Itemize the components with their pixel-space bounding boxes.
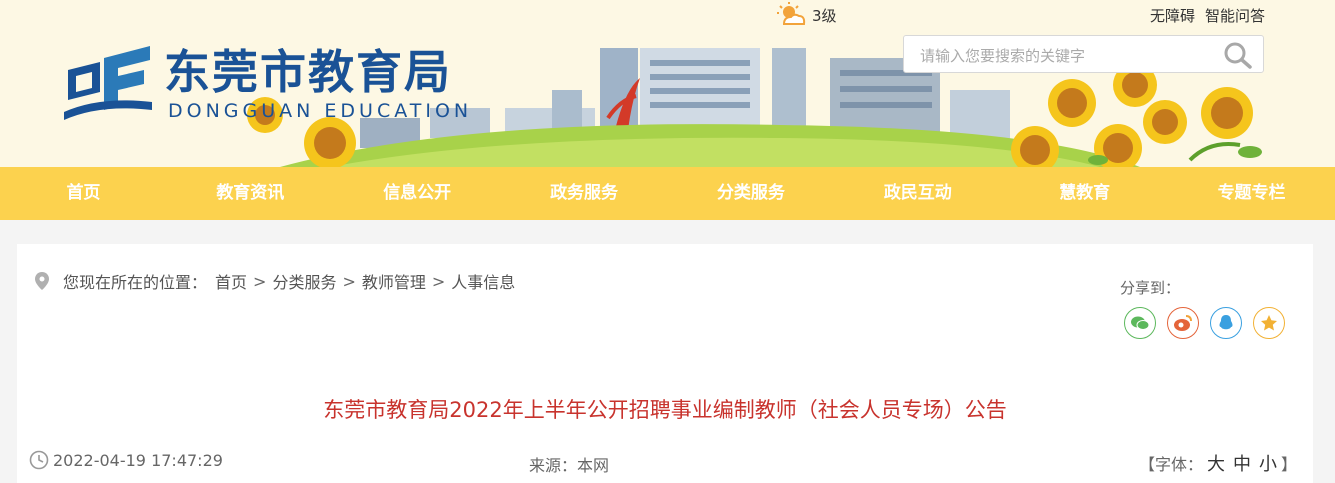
- nav-education-news[interactable]: 教育资讯: [167, 167, 334, 220]
- weibo-icon[interactable]: [1167, 307, 1199, 339]
- search-input[interactable]: [918, 43, 1212, 69]
- article-title: 东莞市教育局2022年上半年公开招聘事业编制教师（社会人员专场）公告: [323, 398, 1007, 422]
- weather-widget: 3级: [776, 2, 837, 28]
- nav-info-disclosure[interactable]: 信息公开: [334, 167, 501, 220]
- qq-icon[interactable]: [1210, 307, 1242, 339]
- font-size-small[interactable]: 小: [1259, 454, 1277, 475]
- weather-text: 3级: [812, 6, 837, 25]
- font-size-prefix: 【字体：: [1138, 455, 1203, 474]
- breadcrumb: 您现在所在的位置： 首页 > 分类服务 > 教师管理 > 人事信息: [35, 269, 515, 293]
- article-date-text: 2022-04-19 17:47:29: [53, 450, 223, 470]
- search-icon[interactable]: [1223, 41, 1253, 69]
- breadcrumb-separator: >: [431, 271, 446, 291]
- smart-qa-link[interactable]: 智能问答: [1205, 5, 1265, 26]
- breadcrumb-prefix: 您现在所在的位置：: [63, 273, 208, 292]
- article-date: 2022-04-19 17:47:29: [29, 450, 223, 470]
- nav-smart-education[interactable]: 慧教育: [1001, 167, 1168, 220]
- main-nav: 首页 教育资讯 信息公开 政务服务 分类服务 政民互动 慧教育 专题专栏: [0, 167, 1335, 220]
- wechat-icon[interactable]: [1124, 307, 1156, 339]
- font-size-medium[interactable]: 中: [1233, 454, 1251, 475]
- logo-title: 东莞市教育局: [164, 45, 452, 99]
- nav-public-interaction[interactable]: 政民互动: [834, 167, 1001, 220]
- partly-sunny-icon: [777, 2, 806, 25]
- location-pin-icon: [35, 272, 49, 290]
- clock-icon: [29, 450, 49, 470]
- nav-category-services[interactable]: 分类服务: [668, 167, 835, 220]
- breadcrumb-item-personnel-info[interactable]: 人事信息: [451, 269, 515, 293]
- logo-icon: [64, 46, 152, 120]
- nav-home[interactable]: 首页: [0, 167, 167, 220]
- top-links: 无障碍 智能问答: [1150, 5, 1265, 26]
- breadcrumb-separator: >: [253, 271, 267, 291]
- nav-government-services[interactable]: 政务服务: [501, 167, 668, 220]
- nav-special-topics[interactable]: 专题专栏: [1168, 167, 1335, 220]
- share-label: 分享到：: [1120, 279, 1181, 297]
- font-size-large[interactable]: 大: [1207, 454, 1225, 475]
- breadcrumb-item-category-services[interactable]: 分类服务: [272, 269, 336, 293]
- breadcrumb-separator: >: [342, 271, 356, 291]
- search-box: [903, 35, 1264, 73]
- breadcrumb-item-home[interactable]: 首页: [215, 269, 247, 293]
- logo-subtitle: DONGGUAN EDUCATION: [168, 100, 473, 122]
- accessibility-link[interactable]: 无障碍: [1150, 5, 1195, 26]
- share-icons: [1124, 307, 1285, 339]
- site-header: 东莞市教育局 DONGGUAN EDUCATION 3级 无障碍 智能问答: [0, 0, 1335, 167]
- favorite-icon[interactable]: [1253, 307, 1285, 339]
- font-size-suffix: 】: [1280, 455, 1297, 474]
- breadcrumb-item-teacher-management[interactable]: 教师管理: [362, 269, 426, 293]
- font-size-control: 【字体：大中小】: [1139, 450, 1297, 476]
- content-panel: 您现在所在的位置： 首页 > 分类服务 > 教师管理 > 人事信息 分享到： 东…: [17, 244, 1313, 483]
- article-source: 来源：本网: [529, 456, 610, 475]
